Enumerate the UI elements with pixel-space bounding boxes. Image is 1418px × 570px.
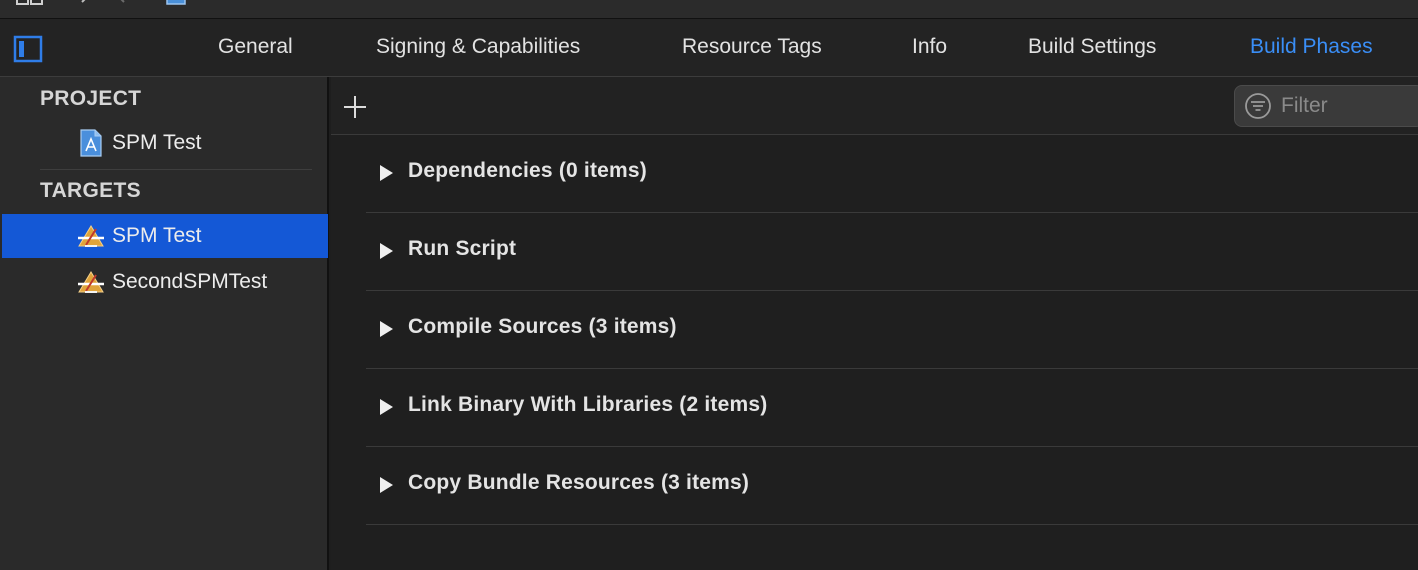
window-toolbar [0,0,1418,19]
grid-icon[interactable] [16,0,44,8]
disclosure-triangle-icon[interactable] [378,164,394,182]
build-phase-label: Link Binary With Libraries (2 items) [408,393,768,416]
project-section-header: PROJECT [40,87,142,110]
editor-tab-bar: General Signing & Capabilities Resource … [0,19,1418,77]
build-phases-editor: Dependencies (0 items) Run Script Compil… [331,77,1418,570]
build-phase-label: Copy Bundle Resources (3 items) [408,471,750,494]
build-phase-compile-sources[interactable]: Compile Sources (3 items) [366,291,1418,369]
build-phase-label: Compile Sources (3 items) [408,315,677,338]
build-phases-toolbar [331,77,1418,135]
tab-general[interactable]: General [218,19,293,76]
filter-field[interactable] [1234,85,1418,127]
disclosure-triangle-icon[interactable] [378,476,394,494]
build-phase-link-binary[interactable]: Link Binary With Libraries (2 items) [366,369,1418,447]
targets-section-header: TARGETS [40,179,141,202]
build-phase-label: Run Script [408,237,517,260]
disclosure-triangle-icon[interactable] [378,320,394,338]
project-file-icon [76,128,106,158]
navigation-arrows-icon[interactable] [80,0,130,8]
sidebar-toggle-icon [13,35,43,63]
tab-resource-tags[interactable]: Resource Tags [682,19,822,76]
build-phase-run-script[interactable]: Run Script [366,213,1418,291]
app-target-icon [76,221,106,251]
project-navigator-sidebar: PROJECT SPM Test TARGETS SPM Test Second… [0,77,329,570]
sidebar-divider [40,169,312,170]
filter-icon [1245,93,1271,119]
build-phase-label: Dependencies (0 items) [408,159,647,182]
tab-signing-capabilities[interactable]: Signing & Capabilities [376,19,580,76]
tab-info[interactable]: Info [912,19,947,76]
sidebar-item-project-spm-test[interactable]: SPM Test [2,121,328,165]
add-build-phase-button[interactable] [341,93,369,121]
app-target-icon [76,267,106,297]
plus-icon [344,96,366,118]
sidebar-item-target-spm-test[interactable]: SPM Test [2,214,328,258]
sidebar-item-target-second-spm-test[interactable]: SecondSPMTest [2,260,328,304]
filter-input[interactable] [1279,93,1418,119]
tab-build-phases[interactable]: Build Phases [1250,19,1373,76]
sidebar-item-label: SPM Test [112,224,202,247]
disclosure-triangle-icon[interactable] [378,242,394,260]
disclosure-triangle-icon[interactable] [378,398,394,416]
file-icon[interactable] [164,0,188,8]
build-phase-dependencies[interactable]: Dependencies (0 items) [366,135,1418,213]
sidebar-toggle-button[interactable] [12,34,44,64]
sidebar-item-label: SPM Test [112,131,202,154]
sidebar-item-label: SecondSPMTest [112,270,268,293]
tab-build-settings[interactable]: Build Settings [1028,19,1156,76]
build-phase-copy-bundle-resources[interactable]: Copy Bundle Resources (3 items) [366,447,1418,525]
